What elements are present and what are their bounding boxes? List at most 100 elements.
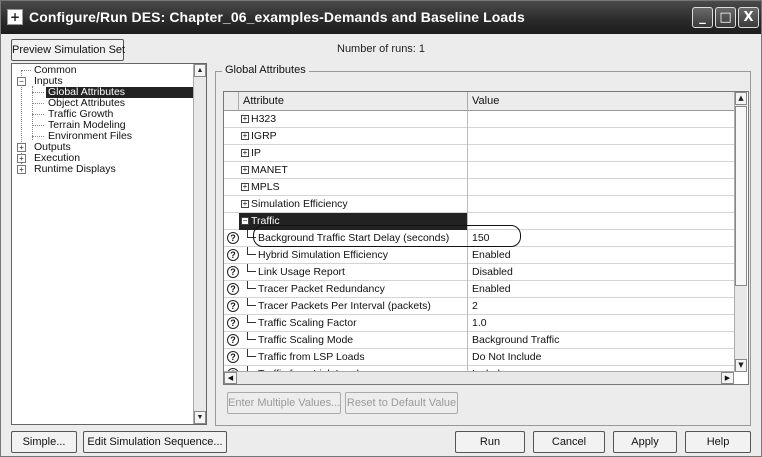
help-icon[interactable]: ? [227, 232, 239, 244]
help-icon[interactable]: ? [227, 249, 239, 261]
apply-button[interactable]: Apply [613, 431, 677, 453]
group-label: MANET [251, 164, 288, 176]
tree-item-runtime-displays[interactable]: Runtime Displays [34, 164, 116, 175]
number-of-runs-label: Number of runs: 1 [337, 43, 426, 55]
tree-line [32, 103, 44, 104]
title-bar[interactable]: + Configure/Run DES: Chapter_06_examples… [1, 1, 761, 34]
tree-expander-inputs[interactable]: − [17, 77, 26, 86]
value-cell[interactable]: Do Not Include [468, 349, 734, 366]
table-row[interactable]: ? Tracer Packets Per Interval (packets) 2 [224, 298, 734, 315]
tree-expander-outputs[interactable]: + [17, 143, 26, 152]
attribute-label: Tracer Packet Redundancy [258, 283, 385, 295]
dialog-window: + Configure/Run DES: Chapter_06_examples… [0, 0, 762, 457]
table-row[interactable]: ? Link Usage Report Disabled [224, 264, 734, 281]
help-icon[interactable]: ? [227, 334, 239, 346]
group-label: IGRP [251, 130, 277, 142]
tree-expander-execution[interactable]: + [17, 154, 26, 163]
close-button[interactable]: X [738, 7, 759, 28]
scroll-up-icon[interactable]: ▲ [194, 64, 206, 77]
table-row[interactable]: ? Hybrid Simulation Efficiency Enabled [224, 247, 734, 264]
expand-icon[interactable]: + [241, 200, 249, 209]
help-icon[interactable]: ? [227, 351, 239, 363]
scroll-thumb[interactable] [735, 106, 747, 286]
expand-icon[interactable]: + [241, 132, 249, 141]
run-button[interactable]: Run [455, 431, 525, 453]
expand-icon[interactable]: + [241, 183, 249, 192]
group-legend: Global Attributes [222, 64, 309, 76]
attribute-label: Traffic Scaling Factor [258, 317, 357, 329]
value-cell [468, 128, 734, 145]
help-button[interactable]: Help [685, 431, 751, 453]
value-cell[interactable]: Disabled [468, 264, 734, 281]
table-row[interactable]: + MANET [224, 162, 734, 179]
cancel-button[interactable]: Cancel [533, 431, 605, 453]
column-header-value[interactable]: Value [468, 92, 734, 111]
attribute-label: Link Usage Report [258, 266, 345, 278]
value-cell [468, 145, 734, 162]
table-row[interactable]: ? Traffic Scaling Mode Background Traffic [224, 332, 734, 349]
grid-vertical-scrollbar[interactable]: ▲ ▼ [734, 92, 747, 372]
maximize-button[interactable]: □ [715, 7, 736, 28]
tree-line [21, 70, 31, 71]
preview-simulation-set-button[interactable]: Preview Simulation Set [11, 39, 125, 61]
attribute-label: Tracer Packets Per Interval (packets) [258, 300, 431, 312]
tree-scrollbar[interactable]: ▲ ▼ [193, 64, 206, 424]
minimize-button[interactable]: _ [692, 7, 713, 28]
window-title: Configure/Run DES: Chapter_06_examples-D… [29, 9, 525, 25]
group-label: H323 [251, 113, 277, 125]
collapse-icon[interactable]: − [241, 217, 249, 226]
table-row[interactable]: ? Traffic Scaling Factor 1.0 [224, 315, 734, 332]
expand-icon[interactable]: + [241, 166, 249, 175]
edit-simulation-sequence-button[interactable]: Edit Simulation Sequence... [83, 431, 227, 453]
group-label: MPLS [251, 181, 280, 193]
group-label: Simulation Efficiency [251, 198, 348, 210]
tree-line [32, 114, 44, 115]
value-cell[interactable]: Background Traffic [468, 332, 734, 349]
value-cell [468, 179, 734, 196]
help-icon[interactable]: ? [227, 300, 239, 312]
value-cell [468, 196, 734, 213]
scroll-right-icon[interactable]: ▶ [721, 372, 734, 384]
category-tree: Common − Inputs Global Attributes Object… [11, 63, 207, 425]
grid-horizontal-scrollbar[interactable]: ◀ ▶ [224, 371, 734, 384]
value-cell[interactable]: 1.0 [468, 315, 734, 332]
tree-line [32, 92, 44, 93]
scroll-down-icon[interactable]: ▼ [735, 359, 747, 372]
table-row[interactable]: + IP [224, 145, 734, 162]
attribute-label: Traffic Scaling Mode [258, 334, 354, 346]
enter-multiple-values-button[interactable]: Enter Multiple Values... [227, 392, 341, 414]
reset-to-default-value-button[interactable]: Reset to Default Value [345, 392, 458, 414]
scroll-left-icon[interactable]: ◀ [224, 372, 237, 384]
simple-button[interactable]: Simple... [11, 431, 77, 453]
tree-line [32, 125, 44, 126]
highlight-callout [253, 225, 521, 247]
scroll-up-icon[interactable]: ▲ [735, 92, 747, 105]
tree-line [32, 136, 44, 137]
table-row[interactable]: + H323 [224, 111, 734, 128]
table-row[interactable]: + Simulation Efficiency [224, 196, 734, 213]
grid-header: Attribute Value [224, 92, 734, 111]
scroll-down-icon[interactable]: ▼ [194, 411, 206, 424]
value-cell[interactable]: Enabled [468, 281, 734, 298]
tree-line [32, 86, 33, 140]
column-header-attribute[interactable]: Attribute [239, 92, 468, 111]
help-icon[interactable]: ? [227, 317, 239, 329]
table-row[interactable]: ? Traffic from LSP Loads Do Not Include [224, 349, 734, 366]
expand-icon[interactable]: + [241, 115, 249, 124]
attribute-label: Hybrid Simulation Efficiency [258, 249, 388, 261]
group-label: IP [251, 147, 261, 159]
value-cell [468, 111, 734, 128]
value-cell[interactable]: 2 [468, 298, 734, 315]
help-icon[interactable]: ? [227, 283, 239, 295]
tree-expander-runtime-displays[interactable]: + [17, 165, 26, 174]
app-icon: + [7, 9, 23, 25]
gutter-header [224, 92, 239, 111]
table-row[interactable]: ? Tracer Packet Redundancy Enabled [224, 281, 734, 298]
table-row[interactable]: + MPLS [224, 179, 734, 196]
expand-icon[interactable]: + [241, 149, 249, 158]
table-row[interactable]: + IGRP [224, 128, 734, 145]
attribute-label: Traffic from LSP Loads [258, 351, 365, 363]
help-icon[interactable]: ? [227, 266, 239, 278]
value-cell [468, 162, 734, 179]
value-cell[interactable]: Enabled [468, 247, 734, 264]
